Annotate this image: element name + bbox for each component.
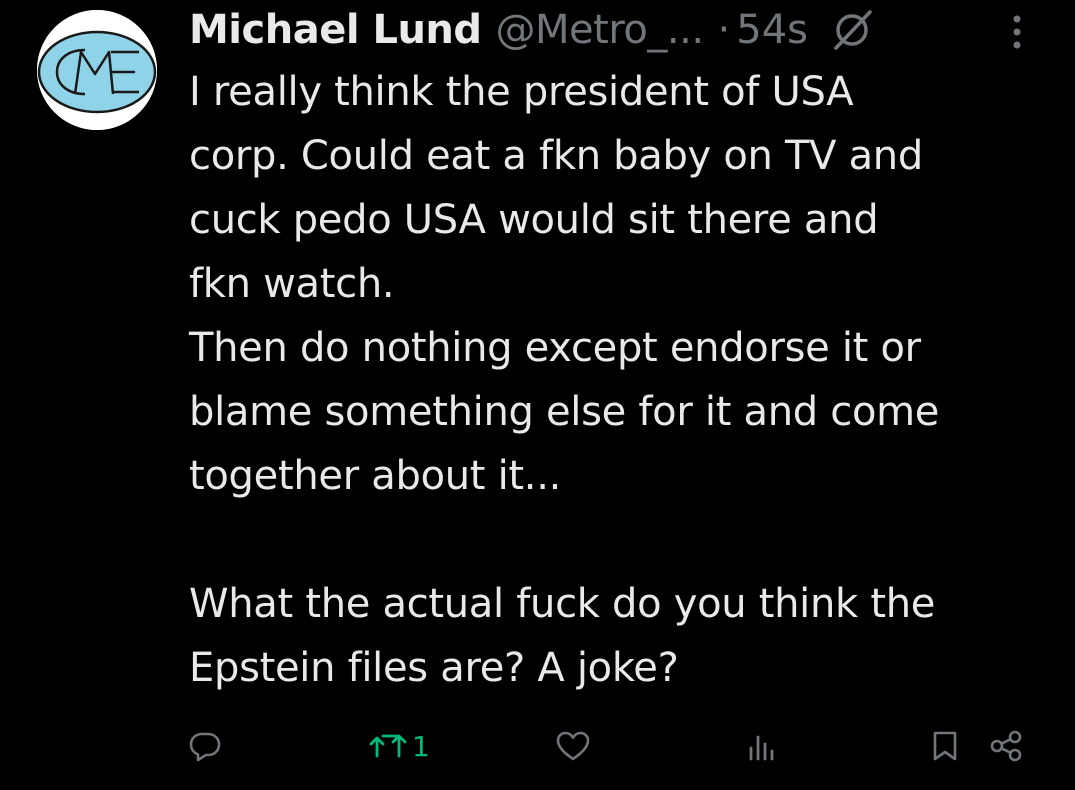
share-button[interactable] bbox=[988, 722, 1024, 770]
tweet-text: I really think the president of USA corp… bbox=[189, 60, 1069, 700]
views-button[interactable] bbox=[746, 722, 778, 770]
grok-icon[interactable] bbox=[830, 8, 874, 52]
bookmark-button[interactable] bbox=[930, 722, 960, 770]
reply-button[interactable] bbox=[188, 722, 222, 770]
tweet-timestamp[interactable]: 54s bbox=[736, 2, 808, 58]
tweet-line: corp. Could eat a fkn baby on TV and bbox=[189, 133, 923, 179]
like-button[interactable] bbox=[555, 722, 591, 770]
share-icon bbox=[990, 730, 1022, 762]
views-icon bbox=[749, 735, 774, 761]
more-options-icon[interactable] bbox=[1005, 10, 1029, 54]
reply-icon bbox=[189, 732, 221, 762]
retweet-icon bbox=[369, 734, 407, 758]
tweet-line: Epstein files are? A joke? bbox=[189, 645, 679, 691]
tweet-line: What the actual fuck do you think the bbox=[189, 581, 936, 627]
me-logo-avatar bbox=[37, 10, 157, 130]
retweet-button[interactable]: 1 bbox=[368, 722, 430, 770]
author-handle[interactable]: @Metro_... bbox=[496, 2, 705, 58]
tweet-action-bar: 1 bbox=[0, 722, 1075, 770]
tweet-line: fkn watch. bbox=[189, 261, 395, 307]
heart-icon bbox=[556, 731, 590, 761]
bookmark-icon bbox=[933, 731, 957, 761]
avatar[interactable] bbox=[37, 10, 157, 130]
author-name[interactable]: Michael Lund bbox=[189, 2, 482, 58]
tweet-line: blame something else for it and come bbox=[189, 389, 940, 435]
tweet-line: together about it... bbox=[189, 453, 562, 499]
tweet-header: Michael Lund @Metro_... · 54s bbox=[189, 2, 874, 58]
header-separator: · bbox=[717, 7, 731, 53]
tweet-line: cuck pedo USA would sit there and bbox=[189, 197, 879, 243]
tweet-line: Then do nothing except endorse it or bbox=[189, 325, 921, 371]
retweet-count: 1 bbox=[412, 729, 430, 763]
tweet-line: I really think the president of USA bbox=[189, 69, 854, 115]
